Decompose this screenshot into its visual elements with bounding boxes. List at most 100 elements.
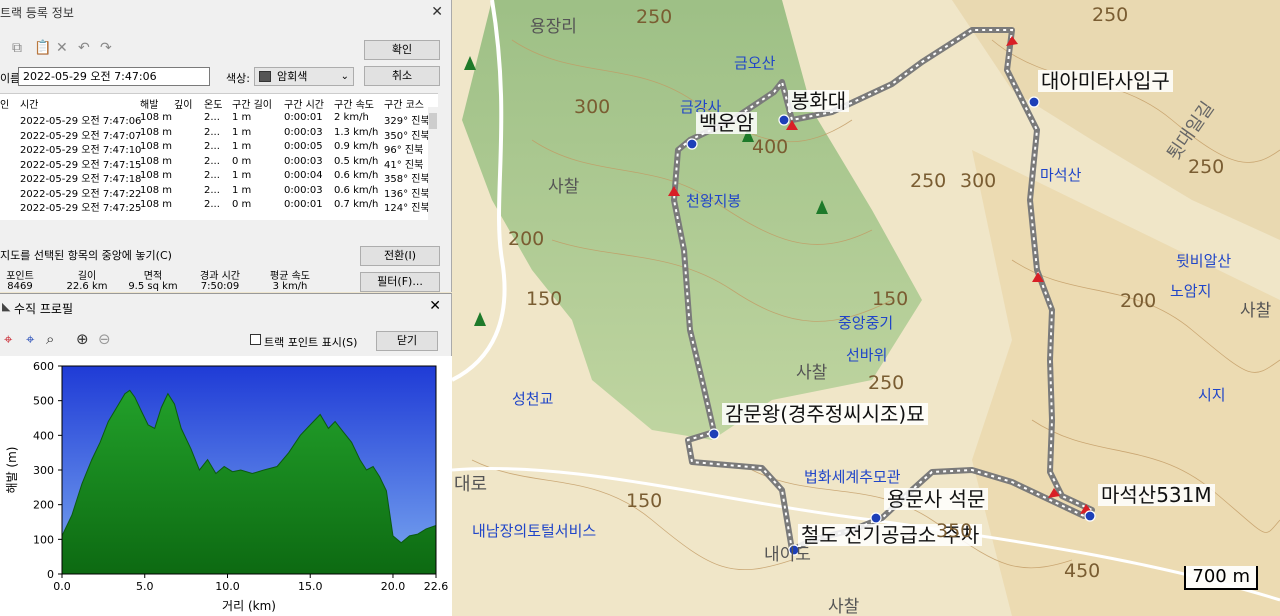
map-view[interactable]: 용장리 금오산 금강사 봉화대 백운암 대아미타사입구 마석산 툇대일길 천왕지… (452, 0, 1280, 616)
table-cell-speed: 1.3 km/h (334, 126, 379, 138)
table-cell-speed: 0.9 km/h (334, 141, 379, 152)
table-cell-alt: 108 m (140, 199, 173, 210)
pan-target-icon[interactable]: ⌖ (26, 330, 34, 348)
elevation-chart[interactable]: 0 100 200 300 400 500 600 0.0 5.0 10.0 15.0 20.0 22.… (0, 356, 452, 616)
table-cell-course: 96° 진북 (384, 145, 424, 156)
close-icon[interactable]: ✕ (429, 298, 441, 314)
paste-icon[interactable]: 📋 (34, 40, 51, 56)
map-label-noamji[interactable]: 노암지 (1170, 280, 1211, 301)
map-label-baegunam[interactable]: 백운암 (696, 112, 758, 134)
table-row[interactable]: 2022-05-29 오전 7:47:06 108 m 2... 1 m 0:00:01… (0, 112, 438, 127)
table-cell-time: 2022-05-29 오전 7:47:06 (20, 116, 142, 127)
map-label-naenam[interactable]: 내남장의토털서비스 (472, 520, 596, 541)
col-seg-length[interactable]: 구간 길이 (232, 96, 272, 111)
table-cell-temp: 2... (204, 155, 220, 167)
table-cell-temp: 2... (204, 112, 220, 123)
map-label-maseoksan-blue[interactable]: 마석산 (1040, 164, 1081, 185)
table-row[interactable]: 2022-05-29 오전 7:47:25 108 m 2... 0 m 0:00:01… (0, 199, 438, 214)
select-target-icon[interactable]: ⌖ (4, 330, 12, 348)
profile-title: 수직 프로필 (14, 302, 74, 316)
col-time[interactable]: 시간 (20, 96, 38, 111)
table-cell-course: 124° 진북 (384, 203, 430, 214)
table-cell-course: 329° 진북 (384, 116, 430, 127)
table-cell-time: 2022-05-29 오전 7:47:18 (20, 174, 142, 185)
col-index[interactable]: 인 (0, 96, 9, 111)
table-cell-temp: 2... (204, 199, 220, 210)
zoom-out-icon[interactable]: ⊖ (98, 330, 111, 348)
name-input[interactable]: 2022-05-29 오전 7:47:06 (18, 67, 210, 86)
y-tick-label: 600 (33, 360, 54, 373)
map-label-beophwa[interactable]: 법화세계추모관 (804, 466, 901, 487)
col-depth[interactable]: 깊이 (174, 96, 192, 111)
table-row[interactable]: 2022-05-29 오전 7:47:18 108 m 2... 1 m 0:00:04… (0, 170, 438, 185)
map-label-twibialsan[interactable]: 뒷비알산 (1176, 250, 1231, 271)
map-label-seonbawi[interactable]: 선바위 (846, 344, 887, 365)
map-label-daeamita[interactable]: 대아미타사입구 (1038, 70, 1173, 92)
y-tick-label: 300 (33, 464, 54, 477)
map-label-daero: 대로 (454, 474, 488, 495)
center-map-label[interactable]: 지도를 선택된 항목의 중앙에 놓기(C) (0, 247, 172, 263)
table-cell-alt: 108 m (140, 155, 173, 167)
map-label-cheonwangjibong[interactable]: 천왕지봉 (686, 190, 741, 211)
show-track-points-checkbox[interactable] (250, 334, 261, 345)
profile-window-icon: ◣ (2, 300, 11, 313)
color-select[interactable]: 암회색 ⌄ (254, 67, 354, 86)
map-label-maseoksan531[interactable]: 마석산531M (1098, 484, 1215, 506)
summary-value: 3 km/h (272, 281, 308, 292)
map-label-siji[interactable]: 시지 (1198, 384, 1226, 405)
waypoint-daeamita (1028, 96, 1040, 108)
zoom-region-icon[interactable]: ⌕ (46, 330, 54, 348)
track-points-table[interactable]: 인 시간 해발 깊이 온도 구간 길이 구간 시간 구간 속도 구간 코스 20… (0, 93, 438, 220)
table-cell-len: 1 m (232, 184, 252, 196)
zoom-in-icon[interactable]: ⊕ (76, 330, 89, 348)
switch-button[interactable]: 전환(I) (360, 246, 440, 266)
summary-header: 평균 속도 (270, 271, 310, 282)
col-seg-time[interactable]: 구간 시간 (284, 96, 324, 111)
waypoint-maseoksan531 (1084, 510, 1096, 522)
copy-icon[interactable]: ⧉ (12, 40, 22, 56)
map-label-sachal-1: 사찰 (548, 177, 580, 197)
col-seg-course[interactable]: 구간 코스 (384, 96, 424, 111)
map-label-sachal-3: 사찰 (1240, 301, 1272, 321)
ok-button[interactable]: 확인 (364, 40, 440, 60)
table-header: 인 시간 해발 깊이 온도 구간 길이 구간 시간 구간 속도 구간 코스 (0, 96, 438, 111)
delete-icon[interactable]: ✕ (56, 40, 68, 56)
table-row[interactable]: 2022-05-29 오전 7:47:10 108 m 2... 1 m 0:00:05… (0, 141, 438, 156)
show-track-points-label[interactable]: 트랙 포인트 표시(S) (264, 334, 357, 350)
table-cell-speed: 2 km/h (334, 112, 369, 123)
y-tick-label: 400 (33, 429, 54, 442)
col-altitude[interactable]: 해발 (140, 96, 158, 111)
cancel-button[interactable]: 취소 (364, 66, 440, 86)
close-button[interactable]: 닫기 (376, 331, 438, 351)
map-label-yongmunsa[interactable]: 용문사 석문 (884, 488, 989, 510)
map-label-geumosan[interactable]: 금오산 (734, 52, 775, 73)
table-cell-dur: 0:00:05 (284, 141, 323, 152)
table-row[interactable]: 2022-05-29 오전 7:47:07 108 m 2... 1 m 0:00:03… (0, 126, 438, 142)
elevation-chart-svg[interactable]: 01002003004005006000.0 5.0 10.0 15.0 20.0 22.… (0, 356, 452, 616)
col-temp[interactable]: 온도 (204, 96, 222, 111)
col-seg-speed[interactable]: 구간 속도 (334, 96, 374, 111)
undo-icon[interactable]: ↶ (78, 40, 90, 56)
table-cell-time: 2022-05-29 오전 7:47:22 (20, 188, 142, 200)
x-tick-label: 20.0 (381, 580, 406, 593)
y-axis-label: 해발 (m) (5, 447, 19, 494)
y-tick-label: 200 (33, 499, 54, 512)
map-label-jungangjoong[interactable]: 중앙중기 (838, 312, 893, 333)
map-label-seongcheongyo[interactable]: 성천교 (512, 388, 553, 409)
table-row[interactable]: 2022-05-29 오전 7:47:15 108 m 2... 0 m 0:00:03… (0, 155, 438, 171)
table-row[interactable]: 2022-05-29 오전 7:47:22 108 m 2... 1 m 0:00:03… (0, 184, 438, 200)
table-scrollbar[interactable] (428, 107, 438, 220)
summary-value: 22.6 km (66, 281, 108, 292)
map-label-bonghwadae[interactable]: 봉화대 (788, 90, 850, 112)
filter-button[interactable]: 필터(F)... (360, 272, 440, 292)
x-tick-label: 0.0 (53, 580, 71, 593)
map-label-gammunwang[interactable]: 감문왕(경주정씨시조)묘 (722, 403, 928, 425)
table-cell-len: 1 m (232, 141, 252, 152)
map-label-sachal-2: 사찰 (796, 363, 828, 383)
close-icon[interactable]: ✕ (431, 4, 443, 20)
summary-header: 포인트 (6, 271, 34, 282)
summary-header: 경과 시간 (200, 271, 240, 282)
table-cell-speed: 0.5 km/h (334, 155, 379, 167)
table-cell-time: 2022-05-29 오전 7:47:10 (20, 145, 142, 156)
redo-icon[interactable]: ↷ (100, 40, 112, 56)
